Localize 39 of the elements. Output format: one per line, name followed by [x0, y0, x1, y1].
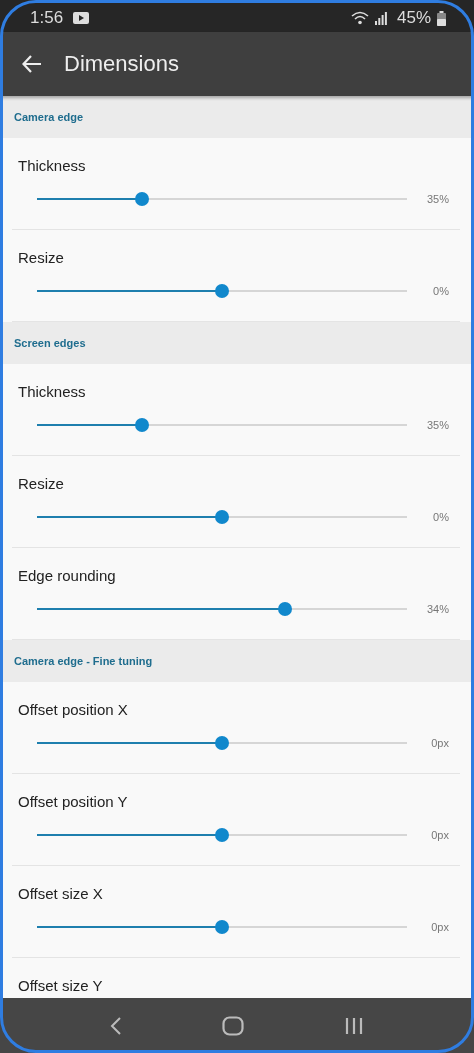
screen-title: Dimensions	[64, 51, 179, 77]
slider-value: 34%	[425, 603, 449, 615]
slider-thumb[interactable]	[215, 510, 229, 524]
home-icon[interactable]	[222, 1015, 244, 1036]
slider-value: 35%	[425, 419, 449, 431]
slider-value: 0px	[430, 921, 449, 933]
setting-label: Resize	[18, 249, 65, 266]
setting-label: Offset size X	[18, 885, 104, 902]
setting-label: Thickness	[18, 383, 87, 400]
battery-percent: 45%	[396, 8, 431, 28]
setting-label: Offset position X	[18, 701, 129, 718]
slider-value: 0%	[432, 511, 449, 523]
section-title: Screen edges	[14, 337, 86, 349]
slider-value: 35%	[425, 193, 449, 205]
video-notification-icon	[73, 12, 90, 24]
slider-value: 0%	[432, 285, 449, 297]
wifi-icon	[350, 11, 369, 25]
back-arrow-icon[interactable]	[22, 55, 42, 73]
battery-icon	[437, 10, 446, 26]
recent-apps-icon[interactable]	[344, 1015, 364, 1036]
setting-label: Edge rounding	[18, 567, 117, 584]
back-icon[interactable]	[110, 1015, 122, 1036]
slider-thumb[interactable]	[135, 192, 150, 206]
slider-value: 0px	[430, 737, 449, 749]
setting-label: Offset size Y	[18, 977, 104, 994]
setting-label: Offset position Y	[18, 793, 129, 810]
section-title: Camera edge	[14, 111, 84, 123]
slider-thumb[interactable]	[215, 920, 229, 934]
clock-time: 1:56	[30, 8, 64, 28]
section-title: Camera edge - Fine tuning	[14, 655, 153, 667]
signal-icon	[374, 11, 387, 25]
slider-value: 0px	[430, 829, 449, 841]
setting-label: Resize	[18, 475, 65, 492]
slider-thumb[interactable]	[215, 828, 229, 842]
slider-thumb[interactable]	[215, 736, 229, 750]
slider-thumb[interactable]	[135, 418, 150, 432]
setting-label: Thickness	[18, 157, 87, 174]
slider-thumb[interactable]	[215, 284, 229, 298]
slider-thumb[interactable]	[278, 602, 293, 616]
